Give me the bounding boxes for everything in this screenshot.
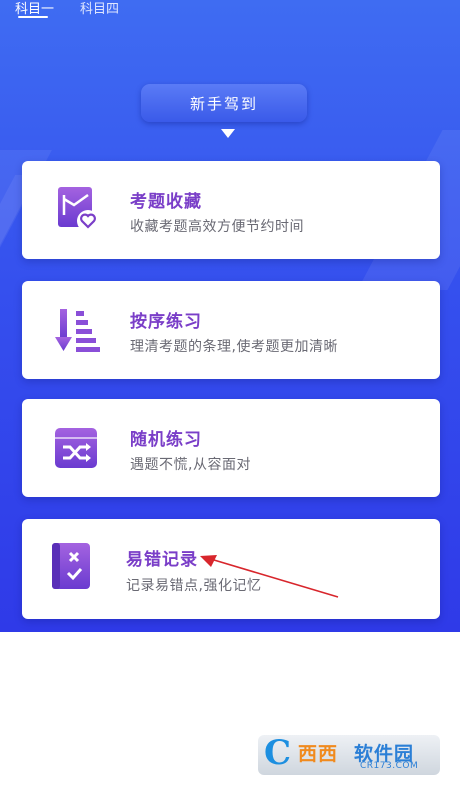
card-description: 收藏考题高效方便节约时间 [130,219,304,235]
beginner-banner-button[interactable]: 新手驾到 [141,84,307,122]
card-title: 按序练习 [130,312,202,332]
active-tab-indicator [18,16,48,18]
tab-subject-four[interactable]: 科目四 [80,0,119,17]
card-description: 遇题不慌,从容面对 [130,457,251,473]
card-description: 理清考题的条理,使考题更加清晰 [130,339,338,355]
watermark-glyph: C [264,733,292,773]
watermark-brand-a: 西西 [298,743,339,765]
subject-tabs: 科目一 科目四 [0,0,460,20]
card-title: 考题收藏 [130,192,202,212]
watermark-logo: C 西西 软件园 CR173.COM [258,733,440,775]
tab-subject-one[interactable]: 科目一 [15,0,54,17]
card-error-records[interactable]: 易错记录 记录易错点,强化记忆 [22,519,440,619]
caret-down-icon [221,129,235,138]
error-notebook-icon [52,543,90,589]
card-title: 易错记录 [126,550,198,570]
card-title: 随机练习 [130,430,202,450]
shuffle-icon [55,428,97,468]
sequential-practice-icon [55,309,100,352]
card-description: 记录易错点,强化记忆 [126,578,262,594]
card-sequential-practice[interactable]: 按序练习 理清考题的条理,使考题更加清晰 [22,281,440,379]
watermark-url: CR173.COM [360,761,419,771]
card-favorite-questions[interactable]: 考题收藏 收藏考题高效方便节约时间 [22,161,440,259]
favorite-questions-icon [58,187,99,232]
card-random-practice[interactable]: 随机练习 遇题不慌,从容面对 [22,399,440,497]
